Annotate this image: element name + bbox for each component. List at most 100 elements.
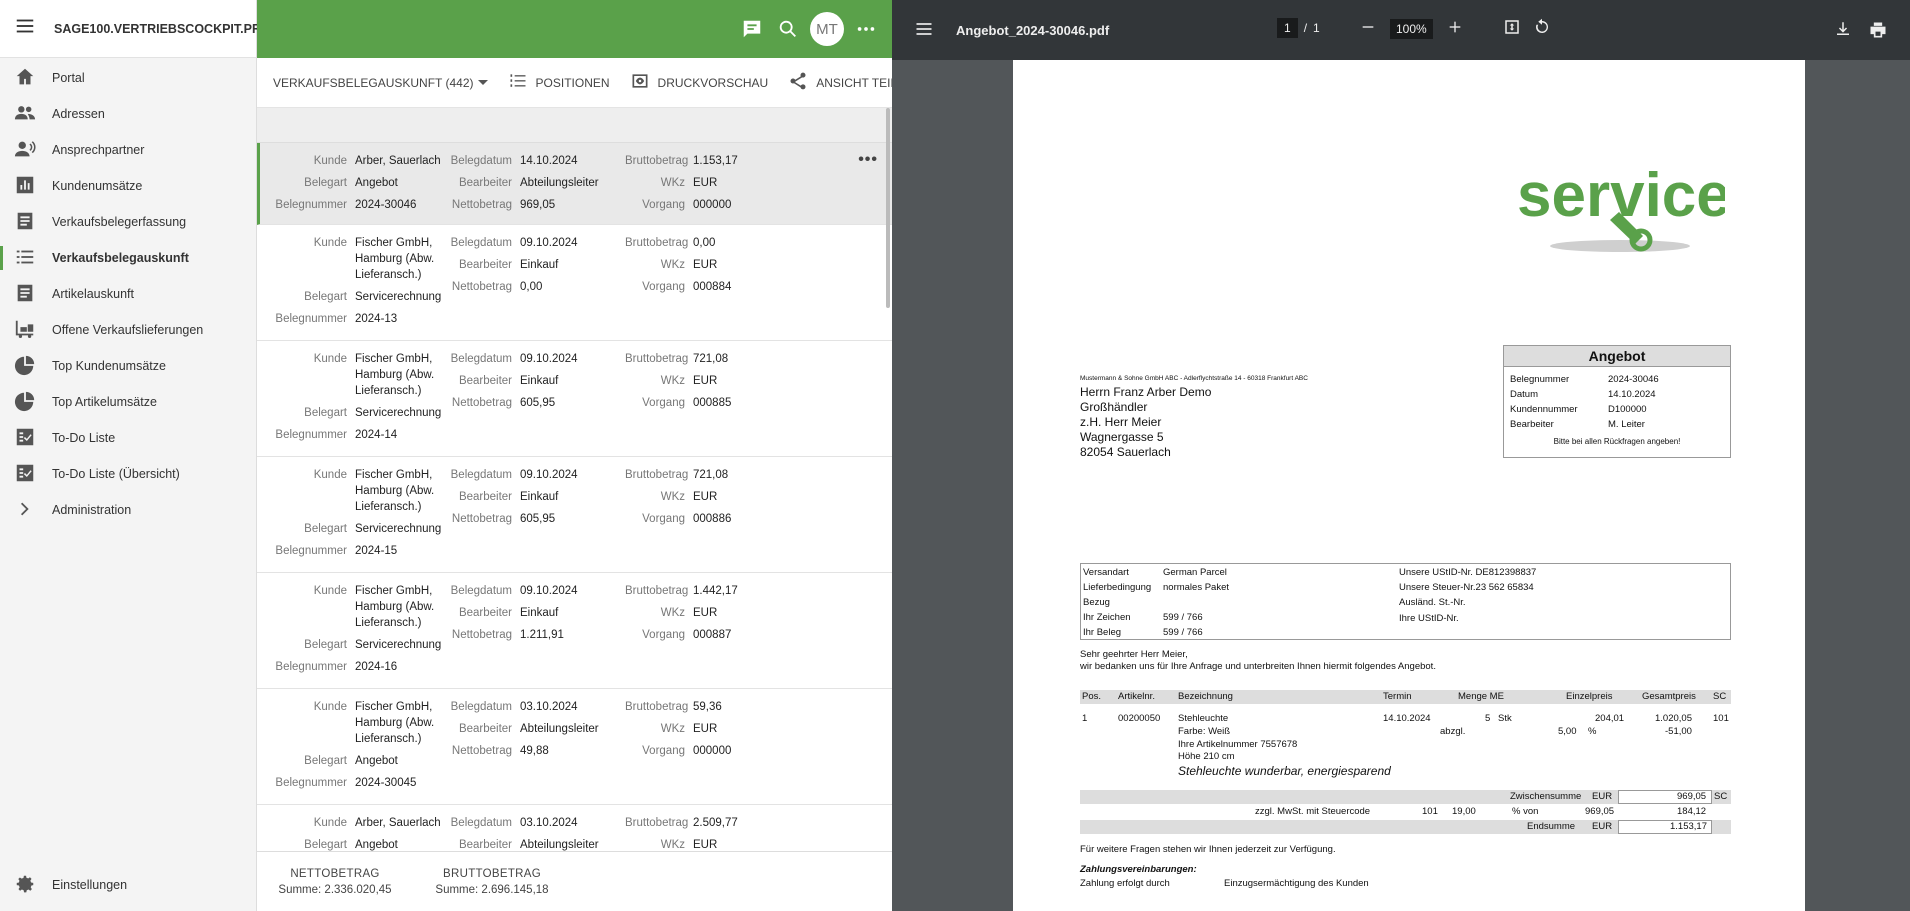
- label-bruttobetrag: Bruttobetrag: [625, 817, 689, 829]
- info-value: 2024-30046: [1608, 374, 1659, 385]
- caret-down-icon: [477, 80, 488, 85]
- value-vorgang: 000886: [693, 513, 732, 525]
- sidebar-item-verkaufsbelegauskunft[interactable]: Verkaufsbelegauskunft: [0, 240, 256, 276]
- home-icon: [14, 66, 36, 91]
- pdf-menu-icon[interactable]: [914, 19, 934, 42]
- record-row[interactable]: Kunde Arber, Sauerlach Belegart Angebot Bele…: [257, 805, 892, 851]
- greeting: Sehr geehrter Herr Meier,: [1080, 649, 1188, 660]
- sidebar-item-label: Adressen: [52, 107, 105, 121]
- search-icon[interactable]: [774, 15, 802, 43]
- label-kunde: Kunde: [313, 353, 347, 365]
- subtotal-currency: EUR: [1592, 791, 1613, 802]
- label-bruttobetrag: Bruttobetrag: [625, 585, 689, 597]
- subtotal-row: Zwischensumme EUR 969,05 SC: [1080, 790, 1731, 804]
- download-icon[interactable]: [1834, 20, 1852, 41]
- sidebar-item-artikelauskunft[interactable]: Artikelauskunft: [0, 276, 256, 312]
- value-bruttobetrag: 59,36: [693, 701, 722, 713]
- shipping-value: German Parcel: [1163, 567, 1227, 578]
- sidebar-item-verkaufsbelegerfassung[interactable]: Verkaufsbelegerfassung: [0, 204, 256, 240]
- value-belegnummer: 2024-30045: [355, 777, 417, 789]
- total-currency: EUR: [1592, 821, 1613, 832]
- list-scrollbar[interactable]: [886, 108, 890, 308]
- label-belegart: Belegart: [304, 523, 347, 535]
- fit-page-icon[interactable]: [1503, 18, 1521, 39]
- label-belegnummer: Belegnummer: [275, 199, 347, 211]
- contact-icon: [14, 138, 36, 163]
- row-more-icon[interactable]: •••: [858, 151, 878, 169]
- sidebar-item-top-artikelumsätze[interactable]: Top Artikelumsätze: [0, 384, 256, 420]
- info-value: D100000: [1608, 404, 1647, 415]
- pie-icon: [14, 390, 36, 415]
- label-bruttobetrag: Bruttobetrag: [625, 155, 689, 167]
- sidebar-nav: Portal Adressen Ansprechpartner Kundenumsät…: [0, 58, 256, 528]
- zoom-level[interactable]: 100%: [1390, 18, 1433, 39]
- label-bruttobetrag: Bruttobetrag: [625, 469, 689, 481]
- sidebar-item-ansprechpartner[interactable]: Ansprechpartner: [0, 132, 256, 168]
- avatar[interactable]: MT: [810, 12, 844, 46]
- sidebar-item-label: Verkaufsbelegerfassung: [52, 215, 187, 229]
- positions-button[interactable]: POSITIONEN: [508, 71, 610, 94]
- page-input[interactable]: 1: [1277, 18, 1298, 38]
- shipping-value: 599 / 766: [1163, 627, 1203, 638]
- record-row[interactable]: Kunde Fischer GmbH, Hamburg (Abw. Liefera…: [257, 573, 892, 689]
- sidebar-item-administration[interactable]: Administration: [0, 492, 256, 528]
- record-row[interactable]: Kunde Arber, Sauerlach Belegart Angebot Bele…: [257, 143, 892, 225]
- value-bruttobetrag: 721,08: [693, 469, 729, 481]
- sidebar-item-kundenumsätze[interactable]: Kundenumsätze: [0, 168, 256, 204]
- label-belegdatum: Belegdatum: [450, 469, 512, 481]
- record-row[interactable]: Kunde Fischer GmbH, Hamburg (Abw. Liefera…: [257, 689, 892, 805]
- pdf-page: service Mustermann & Sohne GmbH ABC - Ad…: [1013, 60, 1805, 911]
- record-row[interactable]: Kunde Fischer GmbH, Hamburg (Abw. Liefera…: [257, 341, 892, 457]
- address-line: z.H. Herr Meier: [1080, 415, 1162, 429]
- label-nettobetrag: Nettobetrag: [451, 397, 512, 409]
- chat-icon[interactable]: [738, 15, 766, 43]
- sidebar-item-to-do-liste[interactable]: To-Do Liste: [0, 420, 256, 456]
- shipping-label: Ihr Beleg: [1083, 627, 1122, 638]
- value-belegart: Servicerechnung: [355, 639, 442, 651]
- value-bruttobetrag: 1.153,17: [693, 155, 738, 167]
- zoom-out-icon[interactable]: [1360, 19, 1376, 38]
- record-row[interactable]: Kunde Fischer GmbH, Hamburg (Abw. Liefera…: [257, 457, 892, 573]
- label-wkz: WKz: [660, 259, 685, 271]
- value-belegart: Servicerechnung: [355, 291, 442, 303]
- record-row[interactable]: Kunde Fischer GmbH, Hamburg (Abw. Liefera…: [257, 225, 892, 341]
- label-kunde: Kunde: [313, 817, 347, 829]
- service-logo: service: [1515, 148, 1731, 258]
- more-horizontal-icon[interactable]: [852, 15, 880, 43]
- label-wkz: WKz: [660, 839, 685, 851]
- label-vorgang: Vorgang: [642, 745, 685, 757]
- vat-basis: 969,05: [1585, 806, 1615, 817]
- label-kunde: Kunde: [313, 585, 347, 597]
- sidebar-item-adressen[interactable]: Adressen: [0, 96, 256, 132]
- col-einzelpreis: Einzelpreis: [1566, 691, 1613, 702]
- value-belegdatum: 03.10.2024: [520, 701, 578, 713]
- sidebar-item-settings[interactable]: Einstellungen: [0, 867, 256, 903]
- label-nettobetrag: Nettobetrag: [451, 281, 512, 293]
- value-kunde: Arber, Sauerlach: [355, 155, 441, 167]
- value-wkz: EUR: [693, 607, 718, 619]
- value-belegdatum: 09.10.2024: [520, 585, 578, 597]
- label-vorgang: Vorgang: [642, 513, 685, 525]
- sidebar-item-offene-verkaufslieferungen[interactable]: Offene Verkaufslieferungen: [0, 312, 256, 348]
- sidebar-item-top-kundenumsätze[interactable]: Top Kundenumsätze: [0, 348, 256, 384]
- view-selector[interactable]: VERKAUFSBELEGAUSKUNFT (442): [273, 76, 488, 90]
- pie-icon: [14, 354, 36, 379]
- print-preview-button[interactable]: DRUCKVORSCHAU: [630, 71, 768, 94]
- sidebar-item-to-do-liste-übersicht-[interactable]: To-Do Liste (Übersicht): [0, 456, 256, 492]
- hamburger-menu-icon[interactable]: [14, 15, 36, 42]
- value-kunde: Fischer GmbH, Hamburg (Abw. Lieferansch.…: [355, 237, 435, 281]
- col-pos: Pos.: [1082, 691, 1102, 702]
- page-indicator: 1 / 1: [1277, 18, 1320, 38]
- value-bearbeiter: Einkauf: [520, 259, 559, 271]
- pos-termin: 14.10.2024: [1383, 713, 1431, 724]
- zoom-in-icon[interactable]: [1447, 19, 1463, 38]
- print-icon[interactable]: [1868, 20, 1888, 43]
- col-sc: SC: [1713, 691, 1727, 702]
- label-belegdatum: Belegdatum: [450, 237, 512, 249]
- tax-id-line: Ausländ. St.-Nr.: [1399, 597, 1466, 608]
- label-bearbeiter: Bearbeiter: [458, 491, 512, 503]
- sidebar-item-portal[interactable]: Portal: [0, 60, 256, 96]
- filter-bar[interactable]: [257, 108, 892, 143]
- value-belegart: Angebot: [355, 177, 398, 189]
- rotate-icon[interactable]: [1533, 18, 1551, 39]
